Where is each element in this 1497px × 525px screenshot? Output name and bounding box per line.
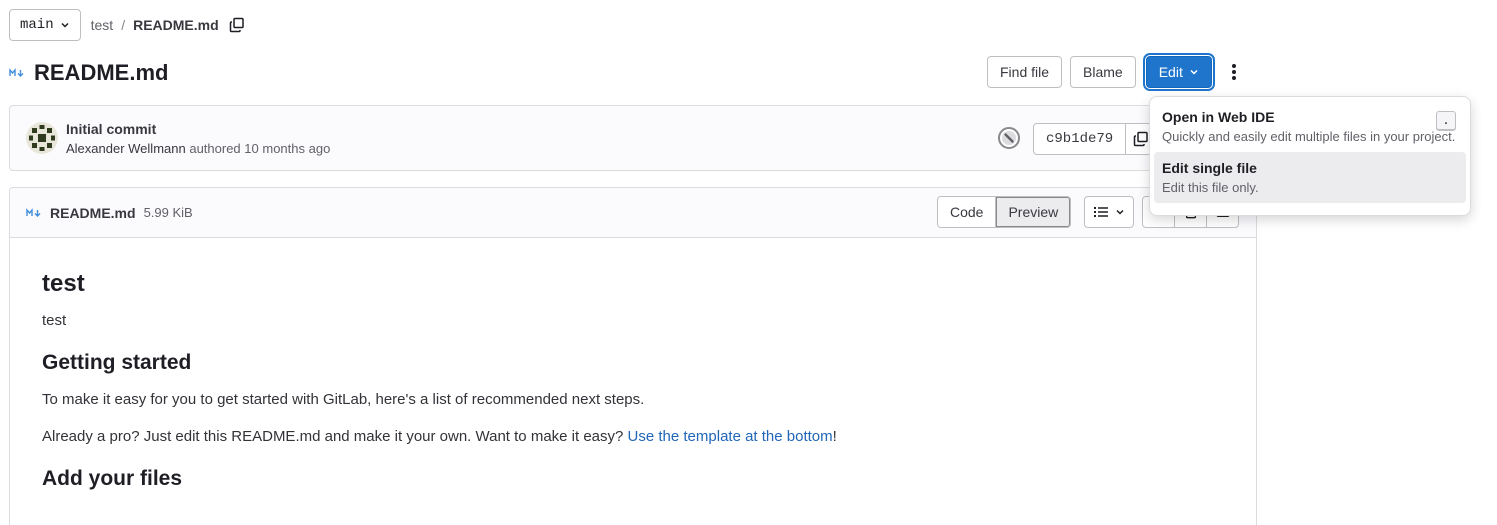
list-icon bbox=[1094, 207, 1108, 217]
breadcrumb: main test / README.md bbox=[9, 8, 245, 41]
chevron-down-icon bbox=[1116, 209, 1124, 215]
last-commit-panel: Initial commit Alexander Wellmann author… bbox=[9, 105, 1257, 171]
readme-text: ! bbox=[832, 428, 837, 445]
code-view-button[interactable]: Code bbox=[937, 196, 997, 228]
commit-author-link[interactable]: Alexander Wellmann bbox=[66, 141, 186, 156]
readme-heading-add-files: Add your files bbox=[42, 467, 183, 490]
file-content-panel: README.md 5.99 KiB Code Preview test tes… bbox=[9, 187, 1257, 525]
branch-name: main bbox=[20, 16, 54, 33]
readme-paragraph: test bbox=[42, 312, 67, 329]
commit-sha[interactable]: c9b1de79 bbox=[1033, 123, 1127, 155]
commit-sha-group: c9b1de79 bbox=[1033, 123, 1157, 155]
menu-item-description: Edit this file only. bbox=[1162, 180, 1259, 195]
chevron-down-icon bbox=[61, 22, 69, 28]
file-name: README.md bbox=[50, 204, 136, 221]
readme-heading-getting-started: Getting started bbox=[42, 351, 192, 374]
commit-time: 10 months ago bbox=[244, 141, 331, 156]
copy-icon[interactable] bbox=[229, 17, 245, 33]
edit-dropdown-menu: Open in Web IDE Quickly and easily edit … bbox=[1149, 96, 1471, 216]
find-file-button[interactable]: Find file bbox=[987, 56, 1063, 88]
commit-meta: Alexander Wellmann authored 10 months ag… bbox=[66, 141, 330, 156]
file-header: README.md 5.99 KiB Code Preview bbox=[10, 188, 1256, 238]
blame-button[interactable]: Blame bbox=[1070, 56, 1136, 88]
markdown-icon bbox=[9, 68, 24, 77]
breadcrumb-separator: / bbox=[121, 16, 126, 33]
edit-single-file-item[interactable]: Edit single file Edit this file only. bbox=[1154, 152, 1466, 203]
template-link[interactable]: Use the template at the bottom bbox=[628, 428, 833, 445]
edit-button[interactable]: Edit bbox=[1145, 56, 1212, 88]
page-title: README.md bbox=[34, 60, 169, 85]
file-actions: Find file Blame Edit bbox=[987, 56, 1242, 88]
view-mode-toggle: Code Preview bbox=[937, 196, 1072, 228]
menu-item-description: Quickly and easily edit multiple files i… bbox=[1162, 129, 1456, 144]
avatar[interactable] bbox=[26, 122, 58, 154]
file-size: 5.99 KiB bbox=[143, 205, 193, 220]
breadcrumb-file[interactable]: README.md bbox=[133, 17, 219, 33]
menu-item-title: Edit single file bbox=[1162, 160, 1257, 176]
commit-title-link[interactable]: Initial commit bbox=[66, 121, 156, 137]
preview-view-button[interactable]: Preview bbox=[996, 196, 1072, 228]
file-title-row: README.md bbox=[9, 56, 168, 90]
chevron-down-icon bbox=[1190, 69, 1198, 75]
readme-text: Already a pro? Just edit this README.md … bbox=[42, 428, 628, 445]
keyboard-shortcut: . bbox=[1436, 111, 1456, 131]
markdown-preview: test test Getting started To make it eas… bbox=[10, 238, 1256, 491]
markdown-icon bbox=[26, 207, 41, 217]
edit-button-label: Edit bbox=[1158, 64, 1183, 80]
open-in-web-ide-item[interactable]: Open in Web IDE Quickly and easily edit … bbox=[1154, 101, 1466, 152]
breadcrumb-project-link[interactable]: test bbox=[91, 17, 114, 33]
pipeline-status-icon[interactable] bbox=[997, 126, 1021, 150]
branch-selector-button[interactable]: main bbox=[9, 8, 81, 41]
commit-authored-label: authored bbox=[189, 141, 241, 156]
readme-heading-1: test bbox=[42, 270, 85, 297]
menu-item-title: Open in Web IDE bbox=[1162, 109, 1275, 125]
kebab-menu-icon[interactable] bbox=[1226, 62, 1242, 82]
table-of-contents-button[interactable] bbox=[1084, 196, 1134, 228]
readme-paragraph: To make it easy for you to get started w… bbox=[42, 391, 645, 408]
readme-paragraph: Already a pro? Just edit this README.md … bbox=[42, 428, 1224, 445]
